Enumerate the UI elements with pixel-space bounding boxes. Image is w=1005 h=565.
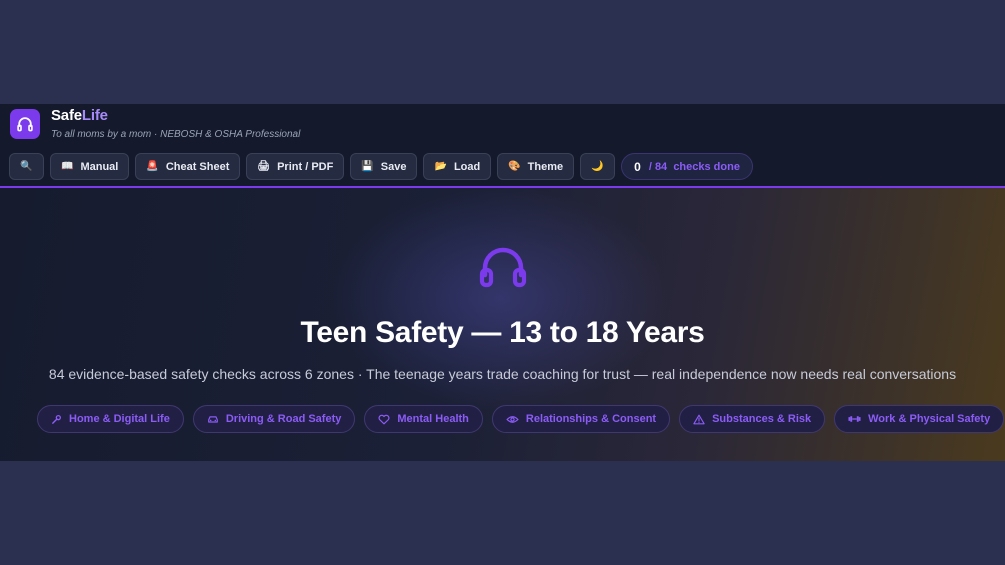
manual-label: Manual bbox=[80, 160, 119, 173]
logo bbox=[10, 109, 40, 139]
warning-icon bbox=[693, 414, 705, 424]
toolbar: 🔍 📖 Manual 🚨 Cheat Sheet 🖨 Print / PDF 💾… bbox=[9, 153, 753, 180]
save-button[interactable]: 💾 Save bbox=[350, 153, 418, 180]
page-subtitle: 84 evidence-based safety checks across 6… bbox=[48, 366, 957, 382]
zone-list: Home & Digital Life Driving & Road Safet… bbox=[37, 405, 1005, 433]
page-title: Teen Safety — 13 to 18 Years bbox=[300, 316, 705, 349]
zone-label: Driving & Road Safety bbox=[225, 413, 342, 425]
print-pdf-button[interactable]: 🖨 Print / PDF bbox=[246, 153, 345, 180]
progress-total: / 84 checks done bbox=[649, 161, 740, 173]
print-pdf-label: Print / PDF bbox=[277, 160, 334, 173]
header: SafeLife To all moms by a mom · NEBOSH &… bbox=[0, 104, 1005, 188]
progress-count: 0 bbox=[634, 159, 641, 174]
dark-mode-toggle[interactable]: 🌙 bbox=[580, 153, 616, 180]
printer-icon: 🖨 bbox=[257, 161, 271, 172]
floppy-disk-icon: 💾 bbox=[361, 161, 374, 172]
book-icon: 📖 bbox=[61, 161, 74, 172]
progress-counter: 0 / 84 checks done bbox=[621, 153, 753, 180]
save-label: Save bbox=[380, 160, 407, 173]
cheat-sheet-label: Cheat Sheet bbox=[165, 160, 230, 173]
load-button[interactable]: 📂 Load bbox=[423, 153, 492, 180]
load-label: Load bbox=[453, 160, 481, 173]
siren-icon: 🚨 bbox=[146, 161, 159, 172]
cheat-sheet-button[interactable]: 🚨 Cheat Sheet bbox=[135, 153, 241, 180]
zone-label: Work & Physical Safety bbox=[868, 413, 991, 425]
progress-suffix: checks done bbox=[673, 160, 740, 173]
zone-chip-home-digital[interactable]: Home & Digital Life bbox=[37, 405, 184, 433]
tagline: To all moms by a mom · NEBOSH & OSHA Pro… bbox=[51, 129, 301, 140]
search-button[interactable]: 🔍 bbox=[9, 153, 44, 180]
palette-icon: 🎨 bbox=[508, 161, 521, 172]
zone-label: Mental Health bbox=[397, 413, 469, 425]
hero-section: Teen Safety — 13 to 18 Years 84 evidence… bbox=[0, 188, 1005, 461]
zone-label: Substances & Risk bbox=[712, 413, 812, 425]
manual-button[interactable]: 📖 Manual bbox=[50, 153, 130, 180]
wrench-icon bbox=[52, 414, 61, 424]
folder-icon: 📂 bbox=[434, 161, 447, 172]
zone-label: Home & Digital Life bbox=[69, 413, 170, 425]
theme-button[interactable]: 🎨 Theme bbox=[497, 153, 575, 180]
headphones-icon bbox=[479, 247, 527, 288]
heart-icon bbox=[378, 414, 390, 424]
theme-label: Theme bbox=[527, 160, 564, 173]
dumbbell-icon bbox=[848, 416, 861, 422]
zone-chip-driving[interactable]: Driving & Road Safety bbox=[192, 405, 356, 433]
search-icon: 🔍 bbox=[20, 161, 33, 172]
brand-name: SafeLife bbox=[51, 107, 108, 124]
zone-label: Relationships & Consent bbox=[525, 413, 657, 425]
brand-name-main: Safe bbox=[51, 107, 82, 124]
zone-chip-mental-health[interactable]: Mental Health bbox=[364, 405, 483, 433]
eye-icon bbox=[506, 415, 519, 423]
moon-icon: 🌙 bbox=[591, 161, 604, 172]
car-icon bbox=[207, 416, 218, 423]
brand-name-accent: Life bbox=[81, 107, 108, 124]
headphones-icon bbox=[17, 117, 33, 132]
zone-chip-relationships[interactable]: Relationships & Consent bbox=[491, 405, 671, 433]
zone-chip-work-physical[interactable]: Work & Physical Safety bbox=[834, 405, 1005, 433]
progress-total-value: / 84 bbox=[648, 160, 668, 173]
zone-chip-substances[interactable]: Substances & Risk bbox=[679, 405, 826, 433]
app-window: SafeLife To all moms by a mom · NEBOSH &… bbox=[0, 104, 1005, 461]
